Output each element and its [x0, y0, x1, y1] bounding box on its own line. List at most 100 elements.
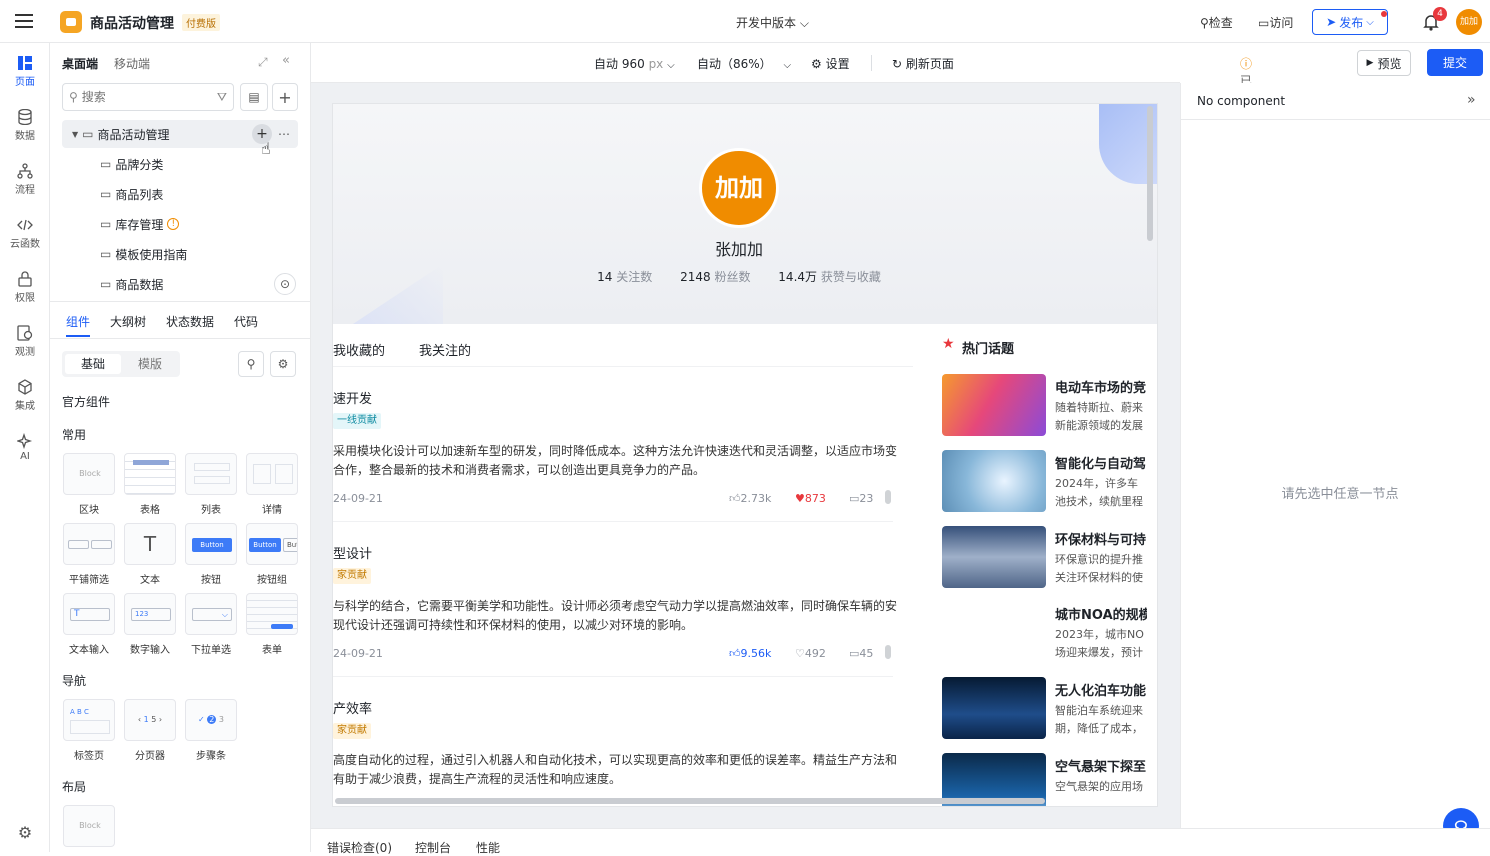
width-selector[interactable]: 自动 960 px ⌵: [594, 55, 675, 72]
publish-button[interactable]: ➤ 发布 ⌵: [1312, 9, 1388, 35]
rail-item-permission[interactable]: 权限: [0, 271, 50, 304]
component-filter[interactable]: 平铺筛选: [62, 523, 116, 586]
search-component-button[interactable]: ⚲: [238, 351, 264, 377]
like-stat[interactable]: 👍︎9.56k: [729, 647, 771, 660]
topic-image[interactable]: [942, 374, 1046, 436]
settings-button[interactable]: ⚙: [270, 351, 296, 377]
topic-image[interactable]: [942, 677, 1046, 739]
width-unit: px: [648, 57, 664, 71]
rail-item-ai[interactable]: AI: [0, 433, 50, 462]
comment-stat[interactable]: ▭45: [849, 647, 873, 660]
tab-error-check[interactable]: 错误检查(0): [327, 839, 392, 856]
component-number-input[interactable]: 123 数字输入: [123, 593, 177, 656]
component-pagination[interactable]: ‹ 1 5 › 分页器: [123, 699, 177, 762]
thumb-block-text: Block: [79, 469, 101, 478]
version-selector[interactable]: 开发中版本 ⌵: [736, 14, 809, 31]
topic-image[interactable]: [942, 450, 1046, 512]
tab-console[interactable]: 控制台: [415, 839, 451, 856]
add-page-button[interactable]: +: [272, 83, 298, 111]
more-icon[interactable]: ⋯: [278, 127, 290, 141]
tree-root-label: 商品活动管理: [97, 127, 170, 142]
search-input[interactable]: [81, 90, 192, 104]
expand-icon[interactable]: ⤢: [258, 55, 268, 70]
horizontal-scrollbar[interactable]: [335, 798, 1045, 804]
page-template-button[interactable]: ▤: [240, 83, 268, 111]
tab-favorites[interactable]: 我收藏的: [333, 340, 385, 359]
tab-following[interactable]: 我关注的: [419, 340, 471, 359]
like-stat[interactable]: 👍︎2.73k: [729, 492, 771, 505]
comment-stat[interactable]: ▭23: [849, 492, 873, 505]
rail-item-cloud-function[interactable]: 云函数: [0, 217, 50, 250]
gear-icon[interactable]: ⚙: [16, 823, 34, 842]
component-block[interactable]: Block 区块: [62, 453, 116, 516]
tree-item[interactable]: ▭ 商品数据 ⊙: [62, 270, 298, 298]
component-steps[interactable]: ✓ 2 3 步骤条: [184, 699, 238, 762]
component-text-input[interactable]: T 文本输入: [62, 593, 116, 656]
common-heading: 常用: [62, 428, 87, 442]
post-item[interactable]: 产效率 家贡献 高度自动化的过程，通过引入机器人和自动化技术，可以实现更高的效率…: [333, 678, 913, 806]
topic-image[interactable]: [942, 526, 1046, 588]
page-preview[interactable]: 加加 张加加 14 关注数 2148 粉丝数 14.4万 获赞与收藏 我收藏的 …: [332, 103, 1158, 807]
inspect-button[interactable]: ⚲检查: [1200, 14, 1233, 31]
topic-title[interactable]: 智能化与自动驾: [1055, 453, 1147, 472]
topic-title[interactable]: 无人化泊车功能: [1055, 680, 1147, 699]
tab-desktop[interactable]: 桌面端: [62, 55, 98, 72]
submit-button[interactable]: 提交: [1427, 49, 1483, 76]
filter-icon[interactable]: ⛛: [217, 90, 227, 105]
component-button-group[interactable]: Button But 按钮组: [245, 523, 299, 586]
feed-card: 我收藏的 我关注的 速开发 一线贡献 采用模块化设计可以加速新车型的研发，同时降…: [333, 324, 913, 806]
tree-item[interactable]: ▭ 模板使用指南: [62, 240, 298, 268]
component-table[interactable]: 表格: [123, 453, 177, 516]
tab-mobile[interactable]: 移动端: [114, 55, 150, 72]
seg-basic[interactable]: 基础: [65, 354, 121, 374]
vertical-scrollbar[interactable]: [1147, 106, 1153, 241]
menu-icon[interactable]: [14, 12, 34, 30]
rail-item-observe[interactable]: 观测: [0, 325, 50, 358]
post-item[interactable]: 速开发 一线贡献 采用模块化设计可以加速新车型的研发，同时降低成本。这种方法允许…: [333, 368, 913, 522]
topic-title[interactable]: 空气悬架下探至: [1055, 756, 1147, 775]
collapse-right-icon[interactable]: »: [1467, 92, 1476, 108]
tree-item[interactable]: ▭ 品牌分类: [62, 150, 298, 178]
topic-title[interactable]: 电动车市场的竞: [1055, 377, 1147, 396]
tab-state[interactable]: 状态数据: [166, 313, 214, 330]
component-list[interactable]: 列表: [184, 453, 238, 516]
zoom-selector[interactable]: 自动（86%） ⌵: [697, 55, 791, 72]
component-form[interactable]: 表单: [245, 593, 299, 656]
component-tabs[interactable]: A B C 标签页: [62, 699, 116, 762]
component-text[interactable]: T 文本: [123, 523, 177, 586]
component-select[interactable]: ⌵ 下拉单选: [184, 593, 238, 656]
component-button[interactable]: Button 按钮: [184, 523, 238, 586]
tab-code[interactable]: 代码: [234, 313, 258, 330]
user-avatar[interactable]: 加加: [1456, 9, 1482, 35]
bookmark-icon[interactable]: [885, 645, 891, 659]
refresh-button[interactable]: ↻ 刷新页面: [892, 55, 954, 72]
component-detail[interactable]: 详情: [245, 453, 299, 516]
tab-performance[interactable]: 性能: [476, 839, 500, 856]
search-box[interactable]: ⚲ ⛛: [62, 83, 234, 111]
visit-button[interactable]: ▭访问: [1258, 14, 1293, 31]
seg-template[interactable]: 模版: [122, 354, 178, 374]
heart-stat[interactable]: ♥873: [795, 492, 826, 505]
post-item[interactable]: 型设计 家贡献 与科学的结合，它需要平衡美学和功能性。设计师必须考虑空气动力学以…: [333, 523, 913, 677]
tab-outline[interactable]: 大纲树: [110, 313, 146, 330]
canvas-settings-button[interactable]: ⚙ 设置: [811, 55, 850, 72]
tree-item[interactable]: ▭ 库存管理!: [62, 210, 298, 238]
rail-item-integration[interactable]: 集成: [0, 379, 50, 412]
heart-stat[interactable]: ♡492: [795, 647, 826, 660]
tab-components[interactable]: 组件: [66, 313, 90, 330]
rail-item-page[interactable]: 页面: [0, 55, 50, 88]
collapse-icon[interactable]: «: [282, 53, 290, 68]
rail-item-data[interactable]: 数据: [0, 109, 50, 142]
topic-desc: 场迎来爆发，预计: [1055, 646, 1143, 659]
monitor-icon: [17, 325, 33, 341]
tree-item[interactable]: ▭ 商品列表: [62, 180, 298, 208]
locate-icon[interactable]: ⊙: [274, 273, 296, 295]
heart-count: 873: [804, 492, 826, 505]
preview-button[interactable]: ▶ 预览: [1357, 50, 1411, 76]
rail-item-flow[interactable]: 流程: [0, 163, 50, 196]
component-layout-block[interactable]: Block: [62, 805, 116, 853]
topic-title[interactable]: 环保材料与可持: [1055, 529, 1147, 548]
bookmark-icon[interactable]: [885, 490, 891, 504]
topic-title[interactable]: 城市NOA的规模: [1055, 604, 1147, 623]
preview-label: 预览: [1377, 56, 1402, 71]
